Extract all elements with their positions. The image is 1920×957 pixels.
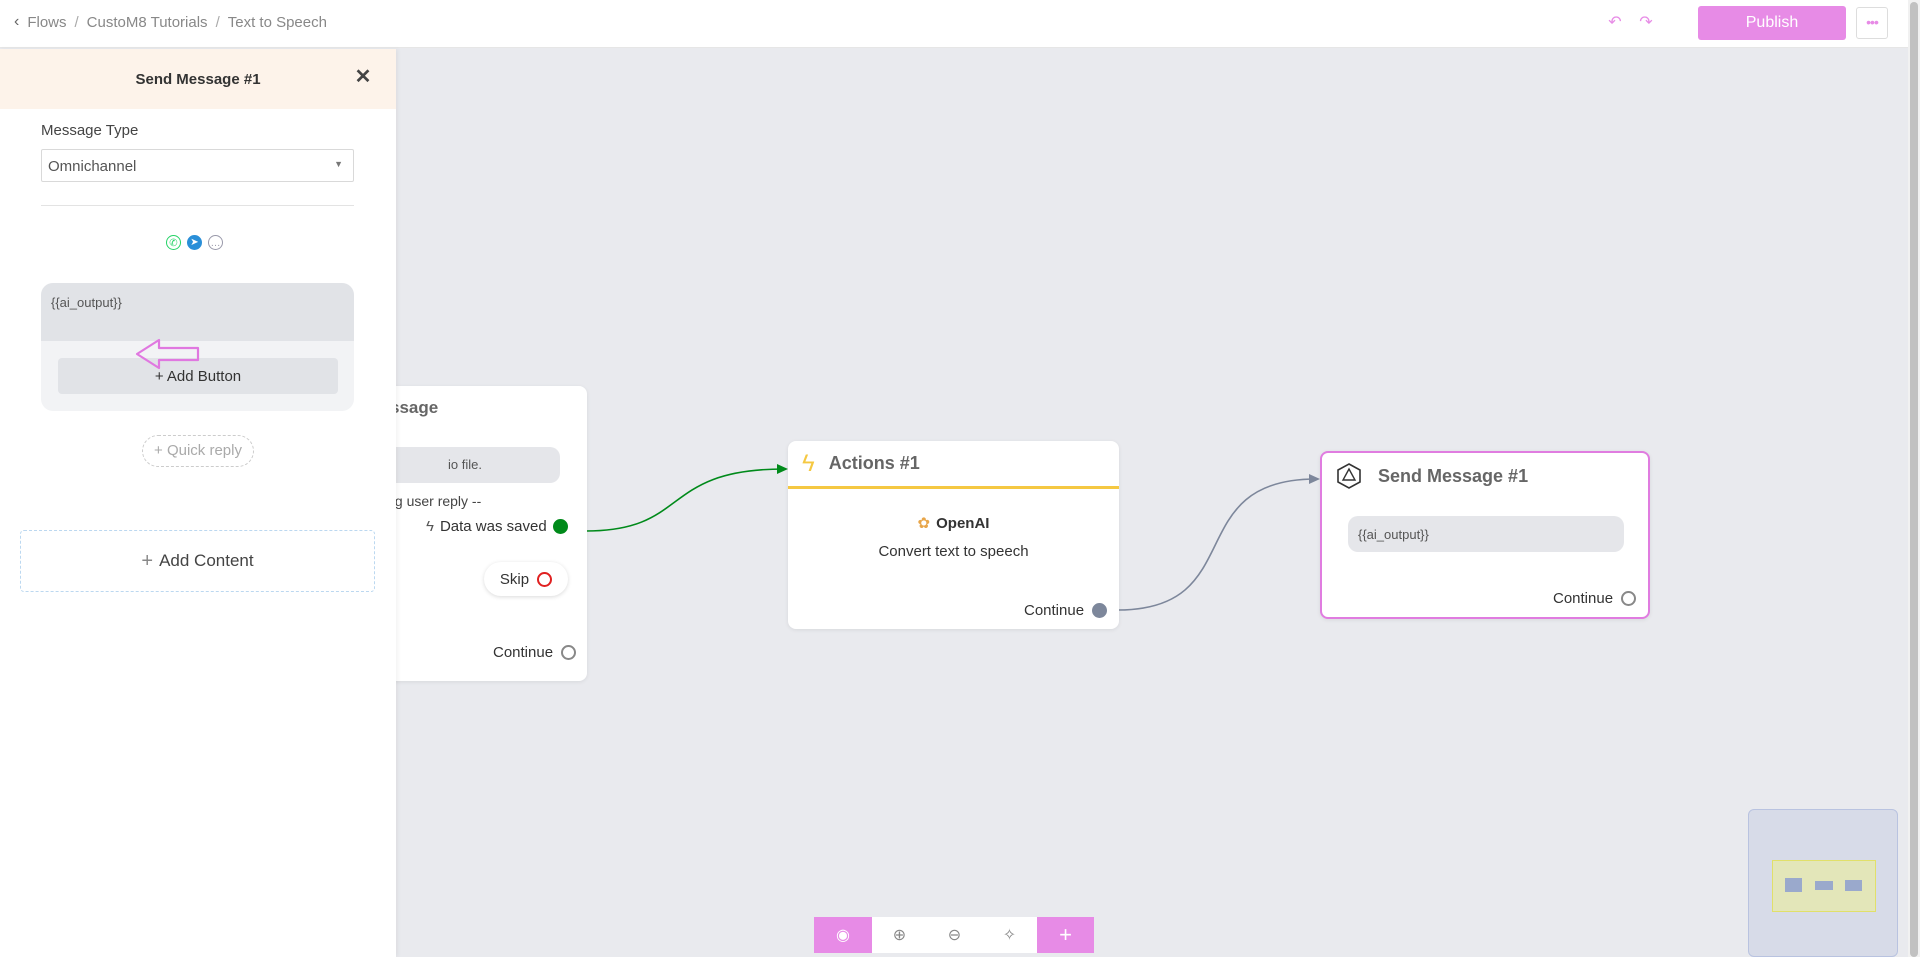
skip-button[interactable]: Skip (484, 562, 568, 596)
lightning-icon: ϟ (426, 518, 434, 535)
redo-icon[interactable]: ↷ (1637, 14, 1655, 32)
node-header: ϟ Actions #1 (788, 441, 1119, 489)
skip-label: Skip (499, 570, 530, 588)
node-title: Actions #1 (828, 453, 920, 473)
publish-button[interactable]: Publish (1698, 6, 1846, 40)
breadcrumb-current: Text to Speech (227, 13, 327, 31)
message-text-field[interactable]: {{ai_output}} (41, 283, 354, 341)
continue-label: Continue (493, 644, 554, 661)
minimap-node (1815, 881, 1833, 890)
continue-row: Continue (1553, 590, 1637, 607)
openai-node-icon (1337, 463, 1361, 489)
node-title: Send Message #1 (1378, 465, 1529, 486)
channel-icons: ✆ ➤ … (166, 235, 223, 250)
node-title: ssage (390, 398, 439, 417)
whatsapp-icon: ✆ (166, 235, 181, 250)
breadcrumb-folder[interactable]: CustoM8 Tutorials (87, 14, 208, 31)
actions-node[interactable]: ϟ Actions #1 ✿ OpenAI Convert text to spe… (788, 441, 1119, 629)
preview-eye-icon[interactable]: ◉ (814, 917, 872, 953)
minimap-viewport[interactable] (1772, 860, 1876, 912)
skip-connector[interactable] (537, 571, 553, 587)
breadcrumb: ‹ Flows / CustoM8 Tutorials / Text to Sp… (14, 13, 327, 31)
pointer-arrow-icon (135, 338, 200, 370)
breadcrumb-separator: / (74, 13, 79, 31)
message-type-label: Message Type (41, 122, 139, 139)
add-node-plus-icon[interactable]: + (1037, 917, 1094, 953)
top-bar: ‹ Flows / CustoM8 Tutorials / Text to Sp… (0, 0, 1908, 48)
data-saved-connector[interactable] (552, 519, 568, 534)
continue-connector[interactable] (1092, 603, 1108, 618)
breadcrumb-flows[interactable]: Flows (27, 14, 66, 31)
lightning-icon: ϟ (802, 449, 815, 477)
edge-actions-to-send (1117, 478, 1317, 611)
minimap-node (1785, 878, 1802, 892)
panel-header: Send Message #1 ✕ (0, 49, 396, 109)
undo-icon[interactable]: ↶ (1606, 14, 1624, 32)
send-message-panel: Send Message #1 ✕ Message Type Omnichann… (0, 49, 396, 957)
scrollbar-thumb[interactable] (1910, 2, 1918, 957)
openai-icon: ✿ (917, 515, 931, 532)
auto-layout-sparkle-icon[interactable]: ✧ (982, 917, 1037, 953)
more-options-button[interactable]: ••• (1856, 7, 1888, 39)
chat-bubble-icon: … (208, 235, 223, 250)
divider (41, 205, 354, 206)
provider-label: ✿ OpenAI (917, 515, 990, 532)
node-message-pill: {{ai_output}} (1348, 516, 1624, 552)
send-message-node[interactable]: Send Message #1 {{ai_output}} Continue (1320, 451, 1650, 619)
continue-row: Continue (493, 644, 577, 661)
continue-connector[interactable] (561, 645, 577, 660)
panel-title: Send Message #1 (135, 70, 261, 88)
chevron-left-icon[interactable]: ‹ (14, 13, 19, 31)
caret-down-icon: ▼ (334, 159, 343, 169)
message-type-select[interactable]: Omnichannel ▼ (41, 149, 354, 182)
add-content-label: Add Content (159, 551, 254, 570)
data-saved-row: ϟ Data was saved (426, 518, 568, 535)
edge-arrowhead (777, 464, 788, 474)
zoom-out-icon[interactable]: ⊖ (927, 917, 982, 953)
telegram-icon: ➤ (187, 235, 202, 250)
plus-icon: + (141, 549, 154, 572)
data-saved-label: Data was saved (439, 518, 547, 535)
add-content-button[interactable]: + Add Content (20, 530, 375, 592)
quick-reply-button[interactable]: + Quick reply (142, 435, 254, 467)
continue-label: Continue (1553, 590, 1614, 607)
minimap-node (1845, 880, 1862, 891)
continue-row: Continue (1024, 602, 1108, 619)
minimap[interactable] (1748, 809, 1898, 957)
node-header: Send Message #1 (1336, 463, 1528, 489)
continue-connector[interactable] (1621, 591, 1637, 606)
message-type-value: Omnichannel (48, 158, 137, 175)
canvas-toolbar: ◉ ⊕ ⊖ ✧ + (814, 917, 1094, 953)
zoom-in-icon[interactable]: ⊕ (872, 917, 927, 953)
waiting-reply-label: ing user reply -- (384, 493, 482, 509)
edge-saved-to-actions (585, 468, 785, 532)
edge-arrowhead (1309, 474, 1320, 484)
breadcrumb-separator: / (215, 13, 220, 31)
action-description: Convert text to speech (878, 543, 1029, 560)
page-scrollbar[interactable] (1908, 0, 1920, 957)
continue-label: Continue (1024, 602, 1085, 619)
close-icon[interactable]: ✕ (352, 66, 374, 88)
